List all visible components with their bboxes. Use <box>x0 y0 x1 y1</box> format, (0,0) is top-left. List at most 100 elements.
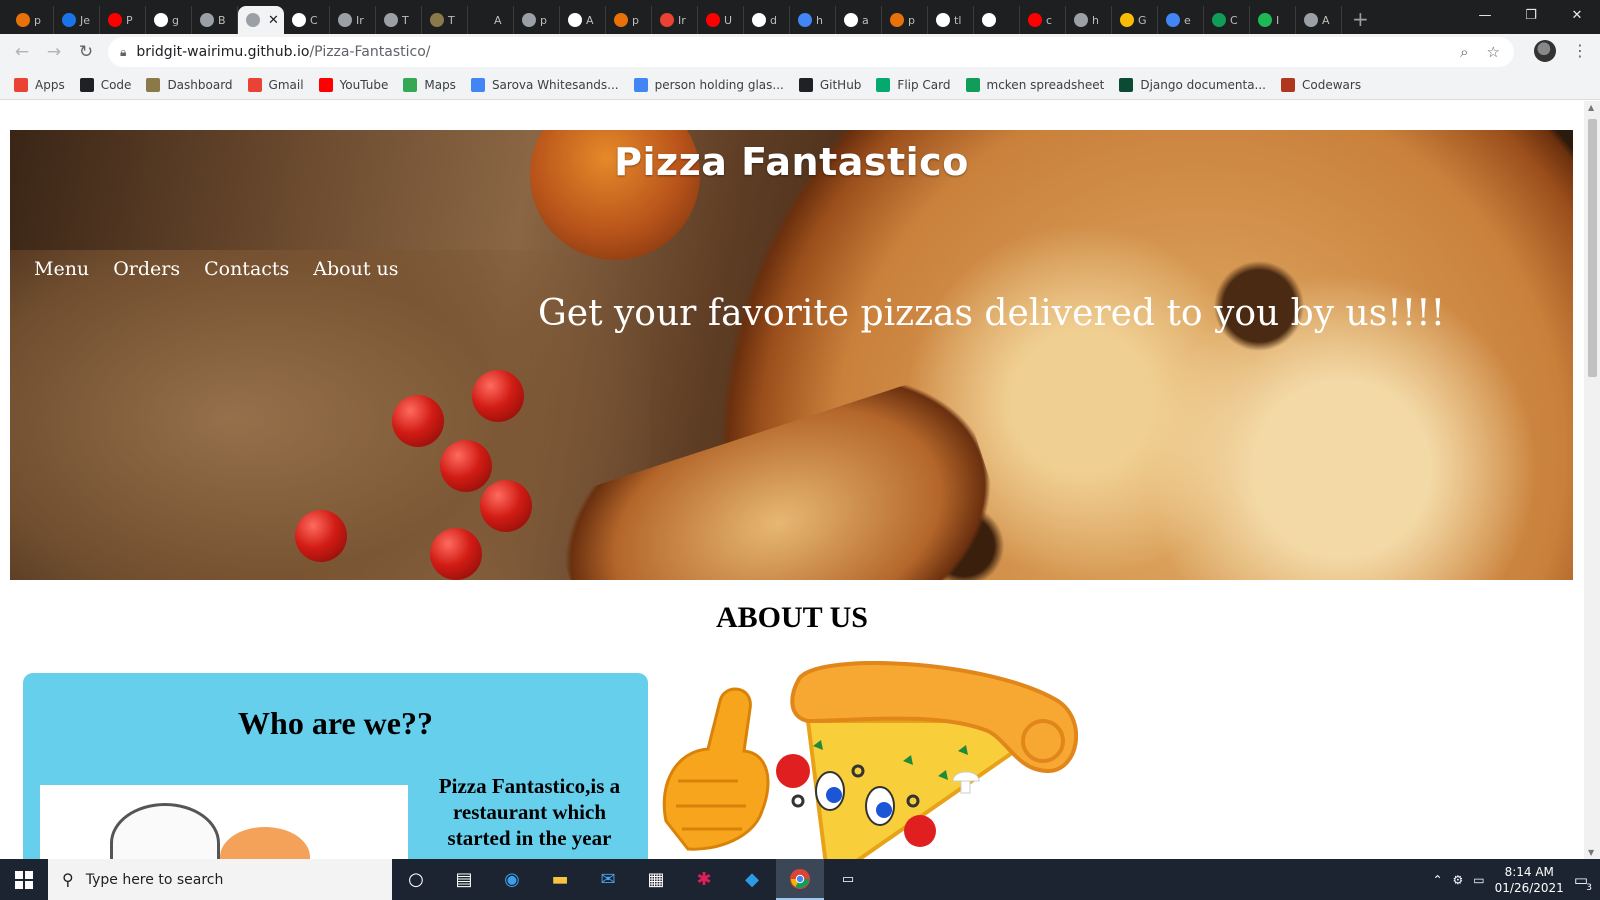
cortana-icon[interactable]: ○ <box>392 859 440 900</box>
browser-tab[interactable]: p <box>882 6 928 34</box>
terminal-icon[interactable]: ▭ <box>824 859 872 900</box>
bookmark-item[interactable]: Sarova Whitesands... <box>470 77 619 92</box>
chrome-icon[interactable] <box>776 859 824 900</box>
browser-tab[interactable]: T <box>422 6 468 34</box>
vscode-icon[interactable]: ◆ <box>728 859 776 900</box>
tab-label: p <box>908 13 915 27</box>
bookmark-item[interactable]: Dashboard <box>146 77 233 92</box>
bookmark-item[interactable]: GitHub <box>798 77 861 92</box>
taskbar-clock[interactable]: 8:14 AM 01/26/2021 <box>1495 864 1564 896</box>
bookmark-item[interactable]: Apps <box>14 77 65 92</box>
store-icon[interactable]: ▦ <box>632 859 680 900</box>
bookmark-item[interactable]: YouTube <box>318 77 388 92</box>
browser-tab[interactable]: h <box>790 6 836 34</box>
gmail-icon <box>247 77 262 92</box>
nav-menu-link[interactable]: Menu <box>34 258 89 280</box>
browser-tab[interactable]: g <box>146 6 192 34</box>
tab-label: I <box>1276 13 1280 27</box>
chef-illustration <box>40 785 408 859</box>
tab-active[interactable]: ✕ <box>238 6 284 34</box>
reload-icon[interactable]: ↻ <box>70 36 102 68</box>
task-view-icon[interactable]: ▤ <box>440 859 488 900</box>
browser-tab[interactable]: a <box>836 6 882 34</box>
tab-label: g <box>172 13 179 27</box>
forward-icon[interactable]: → <box>38 36 70 68</box>
minimize-icon[interactable]: — <box>1462 0 1508 30</box>
tab-label: A <box>1322 13 1330 27</box>
tab-favicon-icon <box>1074 13 1088 27</box>
bookmark-item[interactable]: Gmail <box>247 77 304 92</box>
battery-icon[interactable]: ▭ <box>1473 873 1484 887</box>
address-bar[interactable]: 🔒︎ bridgit-wairimu.github.io/Pizza-Fanta… <box>108 37 1514 67</box>
cherry-tomato-image <box>430 528 482 580</box>
tab-label: P <box>126 13 133 27</box>
pizza-mascot-illustration <box>662 661 1078 859</box>
browser-tab[interactable]: A <box>560 6 606 34</box>
nav-contacts-link[interactable]: Contacts <box>204 258 289 280</box>
bookmark-item[interactable]: Code <box>79 77 132 92</box>
w3schools-icon <box>876 77 891 92</box>
bookmark-item[interactable]: mcken spreadsheet <box>965 77 1104 92</box>
tray-expand-icon[interactable]: ⌃ <box>1432 873 1442 887</box>
file-explorer-icon[interactable]: ▬ <box>536 859 584 900</box>
browser-tab[interactable]: A <box>1296 6 1342 34</box>
edge-icon[interactable]: ◉ <box>488 859 536 900</box>
browser-tab[interactable]: B <box>192 6 238 34</box>
nav-about-link[interactable]: About us <box>313 258 398 280</box>
page-scrollbar[interactable]: ▲ ▼ <box>1584 101 1600 859</box>
browser-tab[interactable]: Ir <box>652 6 698 34</box>
tab-favicon-icon <box>614 13 628 27</box>
bookmark-item[interactable]: person holding glas... <box>633 77 784 92</box>
nav-orders-link[interactable]: Orders <box>113 258 180 280</box>
bookmark-star-icon[interactable]: ☆ <box>1487 43 1500 61</box>
bookmark-item[interactable]: Flip Card <box>876 77 951 92</box>
bookmark-label: Gmail <box>268 77 304 92</box>
browser-tab[interactable]: A <box>468 6 514 34</box>
tab-favicon-icon <box>200 13 214 27</box>
browser-tab[interactable]: C <box>284 6 330 34</box>
lock-icon[interactable]: 🔒︎ <box>120 45 126 60</box>
scroll-up-icon[interactable]: ▲ <box>1588 103 1594 112</box>
tab-favicon-icon <box>1166 13 1180 27</box>
new-tab-button[interactable]: + <box>1352 6 1369 34</box>
browser-tab[interactable]: p <box>8 6 54 34</box>
browser-tab[interactable]: Ir <box>330 6 376 34</box>
slack-icon[interactable]: ✱ <box>680 859 728 900</box>
bookmark-label: Code <box>100 77 132 92</box>
close-window-icon[interactable]: ✕ <box>1554 0 1600 30</box>
mail-icon[interactable]: ✉ <box>584 859 632 900</box>
browser-tab[interactable]: T <box>376 6 422 34</box>
browser-tab[interactable]: p <box>514 6 560 34</box>
bookmark-item[interactable]: Django documenta... <box>1119 77 1266 92</box>
taskbar-search-box[interactable]: ⚲ Type here to search <box>48 859 392 900</box>
scrollbar-thumb[interactable] <box>1588 119 1597 377</box>
back-icon[interactable]: ← <box>6 36 38 68</box>
notifications-icon[interactable]: ▭ 3 <box>1574 871 1592 893</box>
browser-tab[interactable]: I <box>1250 6 1296 34</box>
restore-icon[interactable]: ❐ <box>1508 0 1554 30</box>
browser-tab[interactable]: G <box>1112 6 1158 34</box>
browser-tab[interactable] <box>974 6 1020 34</box>
browser-tab[interactable]: C <box>1204 6 1250 34</box>
browser-tab[interactable]: c <box>1020 6 1066 34</box>
browser-tab[interactable]: h <box>1066 6 1112 34</box>
tab-label: h <box>816 13 823 27</box>
browser-tab[interactable]: e <box>1158 6 1204 34</box>
bookmark-item[interactable]: Codewars <box>1281 77 1361 92</box>
browser-tab[interactable]: P <box>100 6 146 34</box>
browser-menu-icon[interactable]: ⋮ <box>1572 41 1588 60</box>
bookmark-item[interactable]: Maps <box>403 77 456 92</box>
browser-tab[interactable]: p <box>606 6 652 34</box>
browser-tab[interactable]: tl <box>928 6 974 34</box>
profile-avatar[interactable] <box>1534 40 1556 62</box>
start-button[interactable] <box>0 859 48 900</box>
browser-tab[interactable]: U <box>698 6 744 34</box>
browser-tab[interactable]: d <box>744 6 790 34</box>
codewars-icon <box>1281 77 1295 92</box>
tab-close-icon[interactable]: ✕ <box>268 13 279 28</box>
scroll-down-icon[interactable]: ▼ <box>1588 848 1594 857</box>
zoom-icon[interactable]: ⌕ <box>1460 43 1468 61</box>
browser-tab[interactable]: Je <box>54 6 100 34</box>
network-icon[interactable]: ⚙ <box>1453 873 1464 887</box>
tab-favicon-icon <box>752 13 766 27</box>
